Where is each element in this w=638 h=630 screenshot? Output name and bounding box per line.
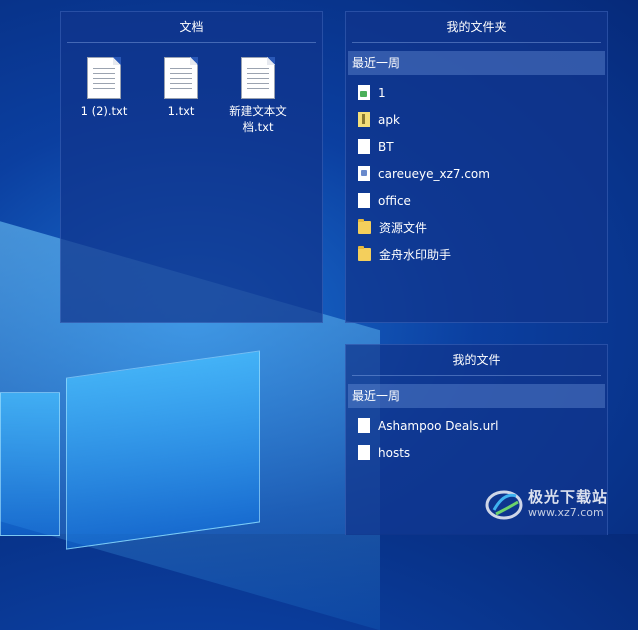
documents-panel-title: 文档 [67, 12, 316, 43]
watermark-text: 极光下载站 [528, 488, 609, 506]
blank-file-icon [358, 418, 370, 433]
archive-file-icon [358, 112, 370, 127]
list-item[interactable]: apk [346, 106, 607, 133]
item-label: Ashampoo Deals.url [378, 418, 499, 433]
my-folders-list: 1 apk BT careueye_xz7.com office 资源文件 金舟… [346, 79, 607, 268]
document-file-icon [358, 166, 370, 181]
list-item[interactable]: 金舟水印助手 [346, 241, 607, 268]
desktop-window-pane-right [66, 350, 260, 550]
item-label: careueye_xz7.com [378, 166, 490, 181]
list-item[interactable]: 1 [346, 79, 607, 106]
item-label: 资源文件 [379, 221, 428, 235]
document-label: 1.txt [167, 104, 195, 118]
section-header-recent-week[interactable]: 最近一周 [348, 51, 605, 75]
desktop-window-pane-left [0, 392, 60, 536]
document-label: 1 (2).txt [80, 104, 128, 118]
folder-icon [358, 219, 371, 234]
my-files-list: Ashampoo Deals.url hosts [346, 412, 607, 466]
section-header-recent-week[interactable]: 最近一周 [348, 384, 605, 408]
list-item[interactable]: Ashampoo Deals.url [346, 412, 607, 439]
image-file-icon [358, 85, 370, 100]
text-file-icon [164, 57, 198, 99]
my-files-panel-title: 我的文件 [352, 345, 601, 376]
site-watermark: 极光下载站 www.xz7.com [484, 484, 624, 526]
document-label: 新建文本文档.txt [229, 104, 287, 134]
my-folders-panel: 我的文件夹 最近一周 1 apk BT careueye_xz7.com off… [345, 11, 608, 323]
item-label: 1 [378, 85, 386, 100]
documents-panel: 文档 1 (2).txt 1.txt 新建文本文档.txt [60, 11, 323, 323]
blank-file-icon [358, 445, 370, 460]
list-item[interactable]: 资源文件 [346, 214, 607, 241]
my-folders-panel-title: 我的文件夹 [352, 12, 601, 43]
text-file-icon [241, 57, 275, 99]
item-label: hosts [378, 445, 411, 460]
text-file-icon [87, 57, 121, 99]
blank-file-icon [358, 193, 370, 208]
item-label: apk [378, 112, 400, 127]
blank-file-icon [358, 139, 370, 154]
list-item[interactable]: hosts [346, 439, 607, 466]
item-label: office [378, 193, 411, 208]
item-label: BT [378, 139, 394, 154]
list-item[interactable]: BT [346, 133, 607, 160]
list-item[interactable]: office [346, 187, 607, 214]
list-item[interactable]: careueye_xz7.com [346, 160, 607, 187]
watermark-url: www.xz7.com [528, 506, 604, 519]
folder-icon [358, 246, 371, 261]
item-label: 金舟水印助手 [379, 248, 452, 262]
watermark-logo-icon [485, 490, 523, 520]
